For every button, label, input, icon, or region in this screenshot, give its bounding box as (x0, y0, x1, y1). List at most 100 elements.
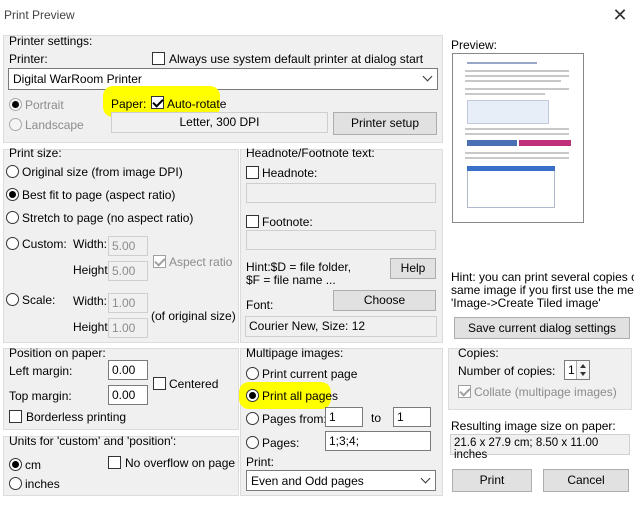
print-parity-value: Even and Odd pages (251, 474, 364, 488)
spinner-icon[interactable] (576, 361, 589, 379)
cm-label: cm (25, 458, 41, 472)
tip-line-2: same image if you first use the menu: (451, 283, 634, 297)
chevron-down-icon (420, 473, 431, 484)
printer-setup-button[interactable]: Printer setup (333, 112, 437, 135)
scale-radio[interactable] (6, 293, 19, 306)
aspect-ratio-checkbox[interactable] (153, 255, 166, 268)
to-label: to (371, 411, 382, 425)
custom-height-input[interactable]: 5.00 (108, 261, 148, 281)
cancel-button[interactable]: Cancel (543, 469, 629, 492)
paper-label: Paper: (111, 97, 147, 111)
aspect-ratio-label: Aspect ratio (169, 255, 233, 269)
top-margin-input[interactable]: 0.00 (108, 385, 148, 405)
original-size-radio[interactable] (6, 165, 19, 178)
print-current-radio[interactable] (246, 367, 259, 380)
left-margin-input[interactable]: 0.00 (108, 360, 148, 380)
copies-number-input[interactable]: 1 (564, 360, 590, 380)
print-button[interactable]: Print (452, 469, 532, 492)
footnote-label: Footnote: (262, 215, 313, 229)
stretch-radio[interactable] (6, 211, 19, 224)
original-size-label: Original size (from image DPI) (22, 165, 183, 179)
inches-label: inches (25, 477, 60, 491)
stretch-label: Stretch to page (no aspect ratio) (22, 211, 194, 225)
pages-input[interactable]: 1;3;4; (325, 431, 431, 451)
units-group-label: Units for 'custom' and 'position': (9, 434, 177, 448)
collate-label: Collate (multipage images) (474, 385, 617, 399)
result-value: 21.6 x 27.9 cm; 8.50 x 11.00 inches (450, 434, 630, 461)
pages-radio[interactable] (246, 436, 259, 449)
font-label: Font: (246, 298, 274, 312)
print-parity-select[interactable]: Even and Odd pages (246, 470, 436, 491)
hint-line-2: $F = file name ... (246, 273, 336, 287)
printer-label: Printer: (9, 52, 48, 66)
of-original-label: (of original size) (151, 309, 236, 323)
auto-rotate-label: Auto-rotate (167, 97, 227, 111)
always-default-checkbox[interactable] (152, 52, 165, 65)
collate-checkbox[interactable] (458, 385, 471, 398)
footnote-checkbox[interactable] (246, 215, 259, 228)
printer-select-value: Digital WarRoom Printer (13, 72, 142, 86)
tip-line-3: 'Image->Create Tiled image' (451, 296, 601, 310)
no-overflow-checkbox[interactable] (108, 456, 121, 469)
auto-rotate-checkbox[interactable] (151, 96, 164, 109)
scale-width-label: Width: (73, 294, 108, 308)
scale-label: Scale: (22, 293, 56, 307)
top-margin-label: Top margin: (9, 389, 72, 403)
printer-select[interactable]: Digital WarRoom Printer (8, 68, 438, 90)
centered-label: Centered (169, 377, 219, 391)
preview-thumbnail (452, 53, 584, 223)
cm-radio[interactable] (9, 458, 22, 471)
headnote-group-label: Headnote/Footnote text: (246, 146, 375, 160)
chevron-down-icon (422, 71, 433, 82)
custom-radio[interactable] (6, 237, 19, 250)
print-size-label: Print size: (9, 146, 62, 160)
tip-line-1: Hint: you can print several copies of (451, 270, 634, 284)
copies-group-label: Copies: (458, 346, 499, 360)
custom-height-label: Height: (73, 263, 112, 277)
borderless-checkbox[interactable] (9, 410, 22, 423)
left-margin-label: Left margin: (9, 364, 73, 378)
printer-settings-label: Printer settings: (9, 34, 93, 48)
print-all-label: Print all pages (262, 389, 339, 403)
result-label: Resulting image size on paper: (451, 419, 616, 433)
close-icon[interactable]: ✕ (610, 5, 630, 25)
custom-width-label: Width: (73, 237, 108, 251)
pages-from-label: Pages from: (262, 412, 327, 426)
headnote-input[interactable] (246, 183, 436, 203)
headnote-label: Headnote: (262, 166, 318, 180)
custom-width-input[interactable]: 5.00 (108, 236, 148, 256)
help-button[interactable]: Help (390, 258, 436, 279)
pages-from-input[interactable]: 1 (325, 407, 363, 427)
font-value: Courier New, Size: 12 (245, 316, 437, 337)
best-fit-radio[interactable] (6, 188, 19, 201)
always-default-label: Always use system default printer at dia… (169, 52, 424, 66)
print-current-label: Print current page (262, 367, 358, 381)
scale-width-input[interactable]: 1.00 (108, 293, 148, 313)
borderless-label: Borderless printing (26, 410, 127, 424)
scale-height-input[interactable]: 1.00 (108, 318, 148, 338)
pages-from-radio[interactable] (246, 412, 259, 425)
print-label: Print: (246, 455, 275, 469)
save-settings-button[interactable]: Save current dialog settings (454, 317, 630, 339)
position-group-label: Position on paper: (9, 346, 106, 360)
portrait-radio[interactable] (9, 98, 22, 111)
pages-label: Pages: (262, 436, 300, 450)
scale-height-label: Height: (73, 320, 112, 334)
hint-line-1: Hint:$D = file folder, (246, 260, 352, 274)
multipage-group-label: Multipage images: (246, 346, 344, 360)
footnote-input[interactable] (246, 230, 436, 250)
landscape-radio[interactable] (9, 118, 22, 131)
headnote-checkbox[interactable] (246, 166, 259, 179)
no-overflow-label: No overflow on page (125, 456, 236, 470)
choose-button[interactable]: Choose (333, 290, 436, 311)
window-title: Print Preview (4, 8, 75, 22)
print-all-radio[interactable] (246, 389, 259, 402)
paper-info: Letter, 300 DPI (111, 112, 328, 133)
centered-checkbox[interactable] (153, 377, 166, 390)
landscape-label: Landscape (25, 118, 84, 132)
portrait-label: Portrait (25, 98, 64, 112)
inches-radio[interactable] (9, 477, 22, 490)
custom-label: Custom: (22, 237, 67, 251)
pages-to-input[interactable]: 1 (393, 407, 431, 427)
best-fit-label: Best fit to page (aspect ratio) (22, 188, 176, 202)
